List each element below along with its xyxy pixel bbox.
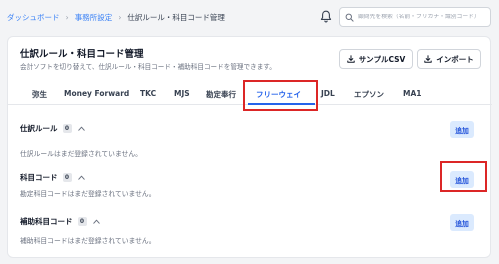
chevron-up-icon[interactable] — [77, 126, 85, 131]
breadcrumb-separator: › — [65, 13, 69, 22]
sample-csv-label: サンプルCSV — [358, 54, 406, 64]
download-icon — [424, 55, 432, 63]
search-input[interactable] — [358, 14, 490, 20]
chevron-up-icon[interactable] — [77, 175, 85, 180]
tab-kanjo-bugyo[interactable]: 勘定奉行 — [206, 89, 236, 100]
search-icon — [345, 13, 354, 22]
section-title: 科目コード — [20, 173, 58, 182]
sub-account-codes-heading[interactable]: 補助科目コード 0 — [20, 216, 100, 227]
breadcrumb-office-settings-link[interactable]: 事務所設定 — [75, 12, 113, 23]
page-title: 仕訳ルール・科目コード管理 — [20, 49, 144, 60]
tab-jdl[interactable]: JDL — [321, 89, 335, 98]
import-label: インポート — [436, 54, 474, 64]
section-title: 仕訳ルール — [20, 124, 58, 133]
chevron-up-icon[interactable] — [92, 219, 100, 224]
add-account-code-button[interactable]: 追加 — [450, 171, 474, 188]
tab-tkc[interactable]: TKC — [140, 89, 156, 98]
count-badge: 0 — [62, 173, 72, 182]
tab-epson[interactable]: エプソン — [354, 89, 384, 100]
import-button[interactable]: インポート — [417, 49, 481, 69]
sub-account-codes-empty-text: 補助科目コードはまだ登録されていません。 — [20, 237, 156, 245]
tab-yayoi[interactable]: 弥生 — [32, 89, 47, 100]
tab-ma1[interactable]: MA1 — [403, 89, 422, 98]
add-journal-rule-button[interactable]: 追加 — [450, 121, 474, 138]
section-title: 補助科目コード — [20, 217, 73, 226]
top-bar: ダッシュボード › 事務所設定 › 仕訳ルール・科目コード管理 — [0, 0, 499, 34]
tab-money-forward[interactable]: Money Forward — [64, 89, 129, 98]
breadcrumb-separator: › — [118, 13, 122, 22]
page-subtitle: 会計ソフトを切り替えて、仕訳ルール・科目コード・補助科目コードを管理できます。 — [20, 63, 276, 71]
count-badge: 0 — [77, 217, 87, 226]
sample-csv-button[interactable]: サンプルCSV — [339, 49, 413, 69]
tab-freeway[interactable]: フリーウェイ — [256, 89, 301, 100]
journal-rules-empty-text: 仕訳ルールはまだ登録されていません。 — [20, 150, 142, 158]
breadcrumb: ダッシュボード › 事務所設定 › 仕訳ルール・科目コード管理 — [7, 12, 225, 23]
journal-rules-heading[interactable]: 仕訳ルール 0 — [20, 123, 85, 134]
account-codes-empty-text: 勘定科目コードはまだ登録されていません。 — [20, 190, 156, 198]
account-codes-heading[interactable]: 科目コード 0 — [20, 172, 85, 183]
active-tab-indicator — [248, 103, 315, 105]
rules-card: 仕訳ルール・科目コード管理 会計ソフトを切り替えて、仕訳ルール・科目コード・補助… — [7, 36, 492, 258]
tab-mjs[interactable]: MJS — [174, 89, 190, 98]
breadcrumb-current: 仕訳ルール・科目コード管理 — [127, 13, 225, 22]
download-icon — [346, 55, 355, 63]
breadcrumb-dashboard-link[interactable]: ダッシュボード — [7, 12, 60, 23]
bell-icon[interactable] — [320, 10, 332, 23]
accounting-software-tabs: 弥生 Money Forward TKC MJS 勘定奉行 フリーウェイ JDL… — [8, 84, 492, 105]
add-sub-account-code-button[interactable]: 追加 — [450, 214, 474, 231]
search-box[interactable] — [339, 7, 491, 27]
count-badge: 0 — [62, 124, 72, 133]
